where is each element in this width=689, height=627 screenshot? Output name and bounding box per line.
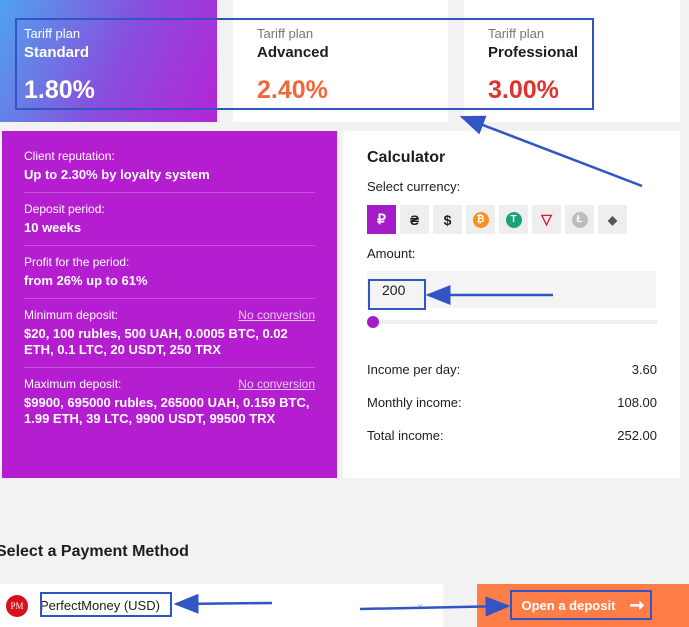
no-conversion-link[interactable]: No conversion: [238, 308, 315, 322]
plan-rate: 1.80%: [24, 76, 95, 104]
detail-label: Minimum deposit:: [24, 308, 119, 322]
detail-value: 10 weeks: [24, 220, 82, 235]
ethereum-icon[interactable]: ◆: [598, 205, 627, 234]
plan-rate: 3.00%: [488, 76, 559, 104]
detail-profit: Profit for the period: from 26% up to 61…: [24, 255, 315, 299]
plan-card-advanced[interactable]: Tariff plan Advanced 2.40%: [233, 0, 448, 122]
plan-caption: Tariff plan: [488, 26, 545, 41]
amount-slider[interactable]: [367, 316, 657, 328]
perfectmoney-logo-icon: PM: [6, 594, 28, 617]
no-conversion-link[interactable]: No conversion: [238, 377, 315, 391]
amount-input[interactable]: 200: [367, 271, 656, 308]
tron-icon[interactable]: ▽: [532, 205, 561, 234]
plan-name: Professional: [488, 44, 579, 61]
monthly-income-row: Monthly income: 108.00: [367, 395, 657, 410]
payment-method-select[interactable]: PM PerfectMoney (USD) ⌄: [0, 584, 443, 627]
slider-handle[interactable]: [367, 316, 379, 328]
plan-caption: Tariff plan: [24, 26, 81, 41]
calculator-title: Calculator: [367, 149, 446, 166]
plan-rate: 2.40%: [257, 76, 328, 104]
currency-selector: ₽ ₴ $ ₿ T ▽ Ł ◆: [367, 205, 656, 234]
currency-label: Select currency:: [367, 179, 461, 194]
detail-value: $9900, 695000 rubles, 265000 UAH, 0.159 …: [24, 395, 310, 426]
dollar-icon[interactable]: $: [433, 205, 462, 234]
plan-caption: Tariff plan: [257, 26, 314, 41]
income-per-day-row: Income per day: 3.60: [367, 362, 657, 377]
open-deposit-button[interactable]: Open a deposit ➞: [477, 584, 689, 627]
detail-label: Deposit period:: [24, 202, 105, 216]
payment-method-title: Select a Payment Method: [0, 543, 189, 560]
ruble-icon[interactable]: ₽: [367, 205, 396, 234]
plan-card-professional[interactable]: Tariff plan Professional 3.00%: [464, 0, 680, 122]
detail-value: from 26% up to 61%: [24, 273, 148, 288]
detail-value: $20, 100 rubles, 500 UAH, 0.0005 BTC, 0.…: [24, 326, 288, 357]
detail-value: Up to 2.30% by loyalty system: [24, 167, 210, 182]
detail-label: Profit for the period:: [24, 255, 130, 269]
total-income-row: Total income: 252.00: [367, 428, 657, 443]
detail-min-deposit: Minimum deposit: No conversion $20, 100 …: [24, 308, 315, 368]
plan-details-panel: Client reputation: Up to 2.30% by loyalt…: [2, 131, 337, 478]
plan-name: Standard: [24, 44, 90, 61]
calculator-panel: Calculator Select currency: ₽ ₴ $ ₿ T ▽ …: [343, 131, 680, 478]
detail-label: Maximum deposit:: [24, 377, 122, 391]
result-value: 252.00: [617, 428, 657, 443]
detail-label: Client reputation:: [24, 149, 115, 163]
open-deposit-label: Open a deposit: [521, 598, 616, 613]
result-label: Total income:: [367, 428, 444, 443]
amount-label: Amount:: [367, 246, 416, 261]
detail-reputation: Client reputation: Up to 2.30% by loyalt…: [24, 149, 315, 193]
plan-name: Advanced: [257, 44, 329, 61]
bitcoin-icon[interactable]: ₿: [466, 205, 495, 234]
plan-card-standard[interactable]: Tariff plan Standard 1.80%: [0, 0, 217, 122]
payment-method-value: PerfectMoney (USD): [40, 598, 160, 613]
detail-period: Deposit period: 10 weeks: [24, 202, 315, 246]
chevron-down-icon: ⌄: [414, 596, 425, 610]
tether-icon[interactable]: T: [499, 205, 528, 234]
detail-max-deposit: Maximum deposit: No conversion $9900, 69…: [24, 377, 315, 436]
result-value: 108.00: [617, 395, 657, 410]
result-value: 3.60: [631, 362, 657, 377]
hryvnia-icon[interactable]: ₴: [400, 205, 429, 234]
arrow-right-icon: ➞: [629, 595, 645, 615]
litecoin-icon[interactable]: Ł: [565, 205, 594, 234]
result-label: Income per day:: [367, 362, 461, 377]
result-label: Monthly income:: [367, 395, 462, 410]
